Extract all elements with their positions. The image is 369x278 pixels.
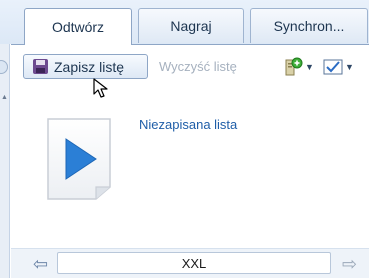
clear-list-label: Wyczyść listę — [159, 59, 237, 74]
clear-list-button[interactable]: Wyczyść listę — [159, 54, 237, 79]
tab-play[interactable]: Odtwórz — [24, 8, 132, 45]
forward-arrow-icon[interactable]: ⇨ — [342, 254, 357, 275]
bottom-nav-bar: ⇦ XXL ⇨ — [11, 248, 369, 278]
list-toolbar: Zapisz listę Wyczyść listę ▼ ▼ — [11, 44, 369, 90]
scroll-up-arrow-icon[interactable]: ▲ — [1, 94, 8, 101]
chevron-down-icon: ▼ — [305, 62, 314, 72]
tab-burn[interactable]: Nagraj — [138, 8, 244, 43]
back-arrow-icon[interactable]: ⇦ — [33, 254, 48, 275]
save-list-button[interactable]: Zapisz listę — [23, 54, 148, 79]
playlist-title[interactable]: Niezapisana lista — [139, 117, 237, 132]
mouse-cursor-icon — [93, 78, 108, 98]
view-options-icon — [323, 59, 343, 75]
size-field[interactable]: XXL — [57, 252, 331, 274]
list-options-button[interactable]: ▼ — [285, 56, 315, 78]
playlist-document-icon — [47, 118, 111, 200]
floppy-disk-icon — [33, 59, 48, 74]
pane-knob[interactable] — [0, 60, 8, 74]
left-pane-edge: ▲ — [0, 44, 10, 278]
list-options-icon — [285, 57, 303, 76]
chevron-down-icon: ▼ — [345, 62, 354, 72]
save-list-label: Zapisz listę — [54, 58, 125, 75]
tab-sync[interactable]: Synchron... — [250, 8, 368, 43]
view-options-button[interactable]: ▼ — [323, 56, 357, 78]
